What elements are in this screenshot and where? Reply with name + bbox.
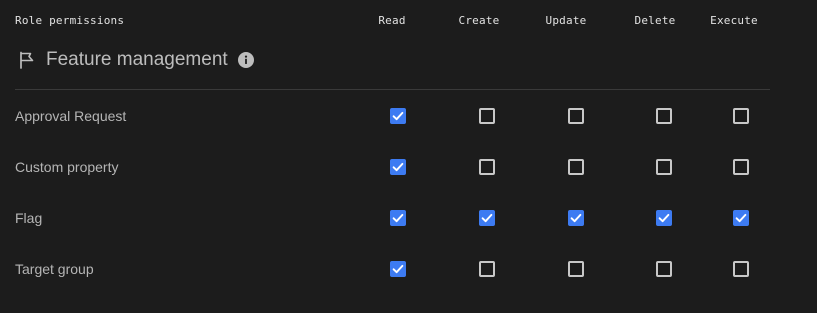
checkbox-custom-property-read[interactable]: [390, 159, 406, 175]
checkbox-flag-update[interactable]: [568, 210, 584, 226]
checkmark-icon: [658, 213, 670, 223]
flag-icon: [20, 51, 34, 69]
checkbox-custom-property-delete[interactable]: [656, 159, 672, 175]
column-header-read: Read: [378, 14, 406, 27]
checkbox-target-group-update[interactable]: [568, 261, 584, 277]
checkmark-icon: [570, 213, 582, 223]
checkbox-flag-delete[interactable]: [656, 210, 672, 226]
checkbox-approval-request-execute[interactable]: [733, 108, 749, 124]
checkbox-approval-request-update[interactable]: [568, 108, 584, 124]
checkbox-approval-request-delete[interactable]: [656, 108, 672, 124]
checkbox-flag-create[interactable]: [479, 210, 495, 226]
checkbox-flag-read[interactable]: [390, 210, 406, 226]
checkbox-approval-request-create[interactable]: [479, 108, 495, 124]
row-label-flag: Flag: [15, 210, 43, 226]
info-icon[interactable]: [237, 52, 254, 68]
checkbox-custom-property-execute[interactable]: [733, 159, 749, 175]
checkmark-icon: [392, 213, 404, 223]
checkbox-flag-execute[interactable]: [733, 210, 749, 226]
checkmark-icon: [735, 213, 747, 223]
section-title: Feature management: [46, 49, 228, 70]
checkbox-approval-request-read[interactable]: [390, 108, 406, 124]
row-label-custom-property: Custom property: [15, 159, 119, 175]
section-divider: [15, 89, 770, 90]
row-label-approval-request: Approval Request: [15, 108, 127, 124]
checkmark-icon: [392, 162, 404, 172]
checkbox-target-group-read[interactable]: [390, 261, 406, 277]
row-label-target-group: Target group: [15, 261, 94, 277]
checkbox-target-group-delete[interactable]: [656, 261, 672, 277]
section-header: Feature management: [17, 46, 254, 74]
checkbox-target-group-create[interactable]: [479, 261, 495, 277]
column-header-delete: Delete: [634, 14, 676, 27]
column-header-create: Create: [458, 14, 500, 27]
column-header-execute: Execute: [710, 14, 758, 27]
checkbox-custom-property-create[interactable]: [479, 159, 495, 175]
column-header-update: Update: [545, 14, 587, 27]
checkmark-icon: [392, 264, 404, 274]
checkbox-custom-property-update[interactable]: [568, 159, 584, 175]
checkmark-icon: [392, 111, 404, 121]
role-permissions-heading: Role permissions: [15, 14, 125, 27]
checkmark-icon: [481, 213, 493, 223]
checkbox-target-group-execute[interactable]: [733, 261, 749, 277]
